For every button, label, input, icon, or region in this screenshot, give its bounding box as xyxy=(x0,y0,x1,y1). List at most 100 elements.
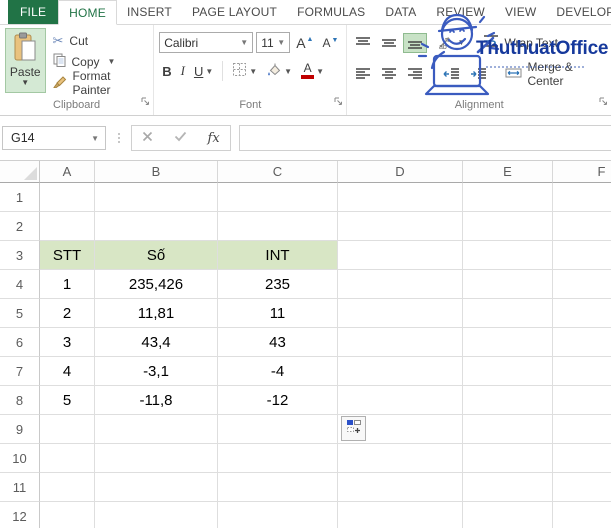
cell-B3[interactable]: Số xyxy=(95,241,218,270)
wrap-text-button[interactable]: Wrap Text xyxy=(480,33,561,52)
cell-F12[interactable] xyxy=(553,502,611,528)
italic-button[interactable]: I xyxy=(178,63,188,79)
cell-B6[interactable]: 43,4 xyxy=(95,328,218,357)
row-header-1[interactable]: 1 xyxy=(0,183,40,212)
font-family-select[interactable]: Calibri ▼ xyxy=(159,32,254,53)
font-size-select[interactable]: 11 ▼ xyxy=(256,32,291,53)
cell-E12[interactable] xyxy=(463,502,553,528)
cell-D4[interactable] xyxy=(338,270,463,299)
cell-A12[interactable] xyxy=(40,502,95,528)
font-dialog-launcher-icon[interactable] xyxy=(334,93,343,111)
tab-file[interactable]: FILE xyxy=(8,0,59,24)
name-box[interactable]: G14 ▼ xyxy=(2,126,106,150)
tab-developer[interactable]: DEVELOPER xyxy=(546,0,611,24)
tab-insert[interactable]: INSERT xyxy=(117,0,182,24)
cell-F10[interactable] xyxy=(553,444,611,473)
cell-B2[interactable] xyxy=(95,212,218,241)
enter-icon[interactable] xyxy=(174,129,187,147)
row-header-9[interactable]: 9 xyxy=(0,415,40,444)
cell-C7[interactable]: -4 xyxy=(218,357,338,386)
cell-A1[interactable] xyxy=(40,183,95,212)
cell-B9[interactable] xyxy=(95,415,218,444)
cell-F8[interactable] xyxy=(553,386,611,415)
underline-button[interactable]: U ▼ xyxy=(191,64,216,79)
cell-D1[interactable] xyxy=(338,183,463,212)
cell-A7[interactable]: 4 xyxy=(40,357,95,386)
tab-review[interactable]: REVIEW xyxy=(426,0,495,24)
cell-D11[interactable] xyxy=(338,473,463,502)
fill-color-button[interactable]: ▼ xyxy=(263,62,295,80)
cell-E5[interactable] xyxy=(463,299,553,328)
shrink-font-button[interactable]: A ▼ xyxy=(319,36,341,50)
fill-color-dropdown-icon[interactable]: ▼ xyxy=(284,67,292,76)
cell-C5[interactable]: 11 xyxy=(218,299,338,328)
cell-B12[interactable] xyxy=(95,502,218,528)
cell-A10[interactable] xyxy=(40,444,95,473)
cell-C11[interactable] xyxy=(218,473,338,502)
cell-A6[interactable]: 3 xyxy=(40,328,95,357)
cell-E8[interactable] xyxy=(463,386,553,415)
insert-function-button[interactable]: fx xyxy=(208,131,220,146)
autofill-options-button[interactable] xyxy=(341,416,366,441)
top-align-button[interactable] xyxy=(352,34,374,52)
cell-A4[interactable]: 1 xyxy=(40,270,95,299)
cell-B4[interactable]: 235,426 xyxy=(95,270,218,299)
cell-A2[interactable] xyxy=(40,212,95,241)
row-header-8[interactable]: 8 xyxy=(0,386,40,415)
cell-F11[interactable] xyxy=(553,473,611,502)
bold-button[interactable]: B xyxy=(159,64,174,79)
copy-dropdown-icon[interactable]: ▼ xyxy=(108,57,116,66)
cell-F7[interactable] xyxy=(553,357,611,386)
cell-C12[interactable] xyxy=(218,502,338,528)
cancel-icon[interactable] xyxy=(142,129,153,147)
row-header-2[interactable]: 2 xyxy=(0,212,40,241)
cell-E3[interactable] xyxy=(463,241,553,270)
column-header-C[interactable]: C xyxy=(218,161,338,183)
cell-D6[interactable] xyxy=(338,328,463,357)
row-header-10[interactable]: 10 xyxy=(0,444,40,473)
row-header-4[interactable]: 4 xyxy=(0,270,40,299)
tab-data[interactable]: DATA xyxy=(375,0,426,24)
cell-C8[interactable]: -12 xyxy=(218,386,338,415)
cell-E10[interactable] xyxy=(463,444,553,473)
merge-center-button[interactable]: Merge & Center xyxy=(502,59,606,89)
cell-A11[interactable] xyxy=(40,473,95,502)
cell-A9[interactable] xyxy=(40,415,95,444)
alignment-dialog-launcher-icon[interactable] xyxy=(599,93,608,111)
tab-home[interactable]: HOME xyxy=(58,0,117,25)
font-color-dropdown-icon[interactable]: ▼ xyxy=(316,67,324,76)
underline-dropdown-icon[interactable]: ▼ xyxy=(205,67,213,76)
cell-B10[interactable] xyxy=(95,444,218,473)
align-center-button[interactable] xyxy=(378,65,400,83)
cell-E4[interactable] xyxy=(463,270,553,299)
cell-A5[interactable]: 2 xyxy=(40,299,95,328)
cut-button[interactable]: ✂ Cut xyxy=(53,30,149,51)
decrease-indent-button[interactable] xyxy=(440,65,463,83)
cell-F9[interactable] xyxy=(553,415,611,444)
column-header-F[interactable]: F xyxy=(553,161,611,183)
tab-formulas[interactable]: FORMULAS xyxy=(287,0,375,24)
name-box-dropdown-icon[interactable]: ▼ xyxy=(91,134,99,143)
select-all-button[interactable] xyxy=(0,161,40,183)
row-header-5[interactable]: 5 xyxy=(0,299,40,328)
tab-view[interactable]: VIEW xyxy=(495,0,546,24)
orientation-dropdown-icon[interactable]: ▼ xyxy=(457,38,465,47)
cell-D5[interactable] xyxy=(338,299,463,328)
column-header-D[interactable]: D xyxy=(338,161,463,183)
paste-button[interactable]: Paste ▼ xyxy=(5,28,46,93)
paste-dropdown-icon[interactable]: ▼ xyxy=(21,79,29,87)
font-color-button[interactable]: A ▼ xyxy=(298,62,327,79)
cell-C3[interactable]: INT xyxy=(218,241,338,270)
borders-button[interactable]: ▼ xyxy=(229,62,260,80)
cell-C9[interactable] xyxy=(218,415,338,444)
cell-C2[interactable] xyxy=(218,212,338,241)
cell-F5[interactable] xyxy=(553,299,611,328)
grow-font-button[interactable]: A ▲ xyxy=(293,35,316,51)
cell-D2[interactable] xyxy=(338,212,463,241)
cell-E2[interactable] xyxy=(463,212,553,241)
cell-E11[interactable] xyxy=(463,473,553,502)
cell-A8[interactable]: 5 xyxy=(40,386,95,415)
cell-C6[interactable]: 43 xyxy=(218,328,338,357)
row-header-6[interactable]: 6 xyxy=(0,328,40,357)
tab-page-layout[interactable]: PAGE LAYOUT xyxy=(182,0,287,24)
